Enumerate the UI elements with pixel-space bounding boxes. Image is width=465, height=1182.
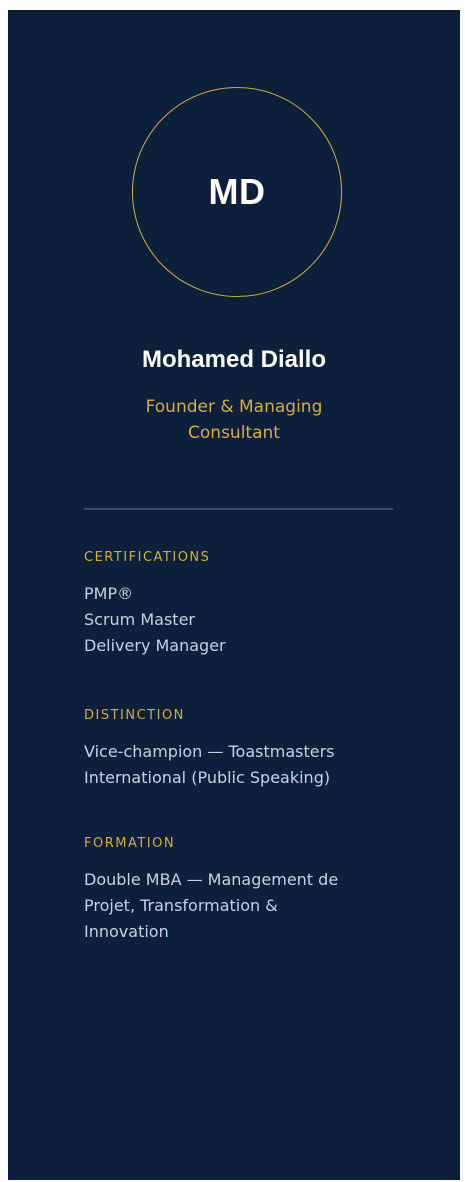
profile-card: MD Mohamed Diallo Founder & Managing Con… [8, 10, 460, 1180]
distinction-title: DISTINCTION [84, 708, 185, 723]
formation-section: FORMATION Double MBA — Management de Pro… [84, 836, 404, 945]
certification-item: Delivery Manager [84, 636, 226, 655]
distinction-section: DISTINCTION Vice-champion — Toastmasters… [84, 708, 404, 791]
avatar-initials: MD [208, 171, 266, 212]
distinction-line: International (Public Speaking) [84, 768, 331, 787]
profile-role: Founder & Managing Consultant [8, 394, 460, 446]
distinction-text: Vice-champion — Toastmasters Internation… [84, 739, 404, 791]
profile-name: Mohamed Diallo [141, 346, 327, 373]
formation-line: Double MBA — Management de [84, 870, 339, 889]
divider [84, 508, 393, 510]
certifications-title: CERTIFICATIONS [84, 550, 211, 565]
certifications-list: PMP® Scrum Master Delivery Manager [84, 581, 404, 659]
profile-role-line: Consultant [188, 423, 280, 443]
certifications-section: CERTIFICATIONS PMP® Scrum Master Deliver… [84, 550, 404, 659]
distinction-line: Vice-champion — Toastmasters [84, 742, 335, 761]
formation-text: Double MBA — Management de Projet, Trans… [84, 867, 404, 945]
formation-line: Projet, Transformation & [84, 896, 278, 915]
certification-item: Scrum Master [84, 610, 195, 629]
formation-line: Innovation [84, 922, 169, 941]
formation-title: FORMATION [84, 836, 176, 851]
certification-item: PMP® [84, 584, 134, 603]
avatar: MD [132, 87, 342, 297]
profile-role-line: Founder & Managing [145, 397, 323, 417]
